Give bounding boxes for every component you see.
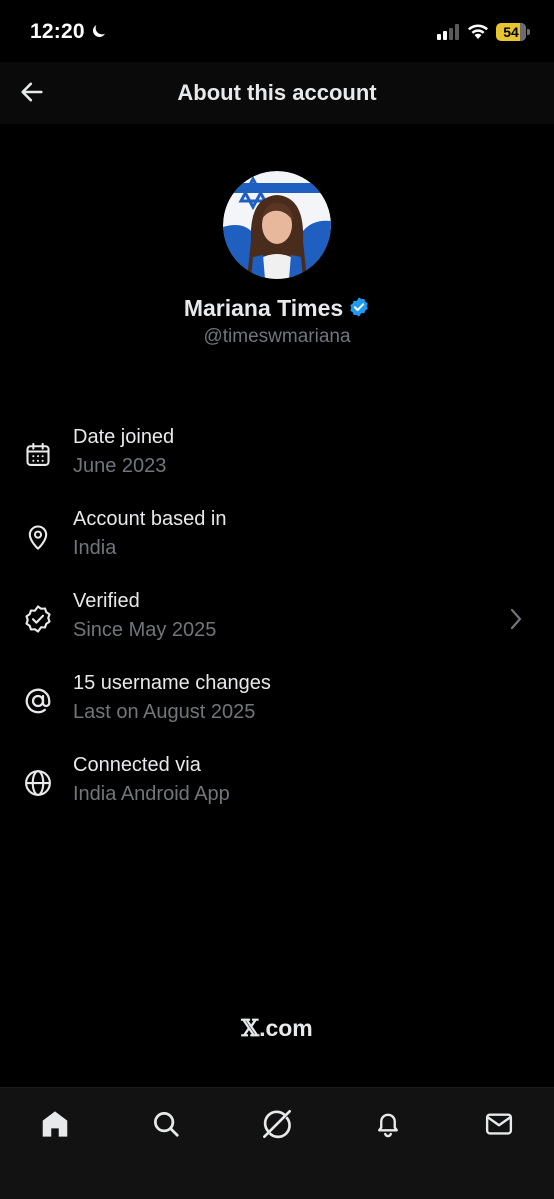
info-subtitle: June 2023 [73,455,167,477]
wifi-icon [467,22,489,45]
globe-icon [22,767,54,799]
header-bar: About this account [0,62,554,124]
info-row-date-joined: Date joined June 2023 [0,414,554,496]
nav-home[interactable] [35,1106,75,1146]
info-subtitle: India [73,537,117,559]
verified-badge-icon [22,603,54,635]
info-title: Verified [73,590,140,612]
info-row-username-changes: 15 username changes Last on August 2025 [0,660,554,742]
brand-suffix: .com [259,1015,313,1041]
profile-name-row: Mariana Times [0,294,554,323]
chevron-right-icon[interactable] [506,606,526,637]
home-icon [39,1108,71,1145]
profile-handle: @timeswmariana [203,326,351,347]
info-title: Date joined [73,426,175,448]
info-row-verified[interactable]: Verified Since May 2025 [0,578,554,660]
info-title: Connected via [73,754,201,776]
battery-level: 54 [503,24,519,40]
nav-notifications[interactable] [368,1106,408,1146]
profile-name: Mariana Times [183,295,344,321]
moon-icon [90,22,108,45]
calendar-icon [22,439,54,471]
status-bar: 12:20 54 [0,0,554,62]
info-row-connected-via: Connected via India Android App [0,742,554,824]
nav-search[interactable] [146,1106,186,1146]
info-subtitle: India Android App [73,783,230,805]
info-title: Account based in [73,508,227,530]
status-time: 12:20 [30,20,85,43]
info-subtitle: Since May 2025 [73,619,217,641]
x-com-brand: 𝕏.com [0,1015,554,1042]
signal-icon [437,24,461,45]
nav-grok[interactable] [257,1106,297,1146]
bottom-nav [0,1087,554,1199]
info-row-account-based-in: Account based in India [0,496,554,578]
verified-badge-icon[interactable] [348,296,370,323]
battery-icon: 54 [496,23,530,41]
search-icon [151,1109,181,1144]
notifications-icon [373,1109,403,1144]
account-info-list: Date joined June 2023 Account based in I… [0,414,554,824]
avatar[interactable] [223,171,331,279]
info-subtitle: Last on August 2025 [73,701,256,723]
location-pin-icon [22,521,54,553]
nav-messages[interactable] [479,1106,519,1146]
info-title: 15 username changes [73,672,271,694]
page-title: About this account [177,80,377,105]
grok-icon [261,1108,293,1145]
messages-icon [484,1109,514,1144]
x-logo: 𝕏 [241,1015,260,1042]
at-sign-icon [22,685,54,717]
